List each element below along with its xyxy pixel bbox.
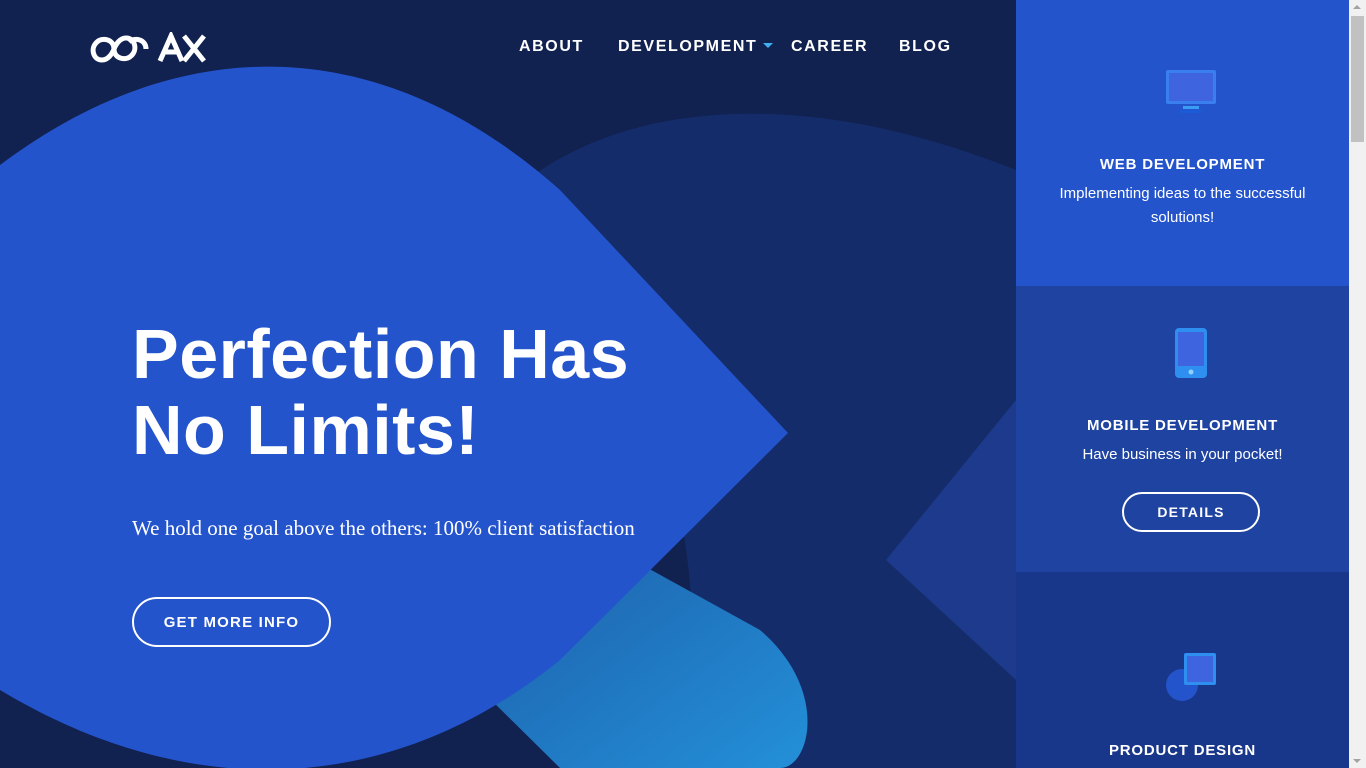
get-more-info-button[interactable]: GET MORE INFO (132, 597, 331, 647)
main-navigation: ABOUT DEVELOPMENT CAREER BLOG (0, 38, 1016, 62)
nav-item-about[interactable]: ABOUT (519, 38, 584, 56)
service-card-mobile-development[interactable]: MOBILE DEVELOPMENT Have business in your… (1016, 286, 1349, 572)
service-card-web-development[interactable]: WEB DEVELOPMENT Implementing ideas to th… (1016, 0, 1349, 286)
monitor-icon (1166, 70, 1216, 113)
tablet-icon (1175, 328, 1207, 378)
service-description: Have business in your pocket! (1082, 446, 1283, 463)
scroll-down-icon[interactable] (1353, 759, 1361, 763)
service-description: Implementing ideas to the successful sol… (1059, 185, 1306, 226)
hero-headline-line1: Perfection Has (132, 315, 630, 393)
caret-down-icon (763, 43, 774, 48)
nav-item-development-label: DEVELOPMENT (618, 38, 758, 55)
details-button[interactable]: DETAILS (1122, 492, 1260, 532)
shapes-icon (1166, 653, 1216, 701)
vertical-scrollbar[interactable] (1349, 0, 1366, 768)
service-title: MOBILE DEVELOPMENT (1086, 417, 1279, 434)
hero-headline: Perfection Has No Limits! (132, 316, 629, 468)
hero-subtitle: We hold one goal above the others: 100% … (132, 516, 635, 540)
hero-section: ABOUT DEVELOPMENT CAREER BLOG Perfection… (0, 0, 1016, 768)
scroll-up-icon[interactable] (1353, 5, 1361, 9)
service-title: PRODUCT DESIGN (1108, 742, 1257, 759)
hero-headline-line2: No Limits! (132, 391, 480, 469)
scrollbar-thumb[interactable] (1351, 16, 1364, 142)
nav-item-career[interactable]: CAREER (791, 38, 868, 56)
services-panel: WEB DEVELOPMENT Implementing ideas to th… (1016, 0, 1349, 768)
service-title: WEB DEVELOPMENT (1099, 156, 1266, 173)
nav-item-development[interactable]: DEVELOPMENT (618, 38, 774, 56)
nav-item-blog[interactable]: BLOG (899, 38, 952, 56)
service-card-product-design[interactable]: PRODUCT DESIGN (1016, 572, 1349, 768)
